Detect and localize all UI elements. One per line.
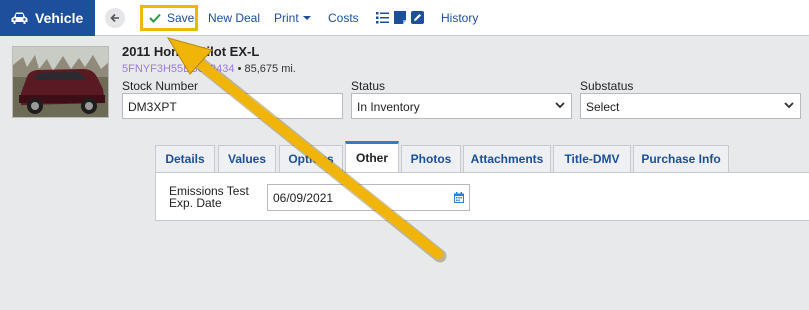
history-link[interactable]: History xyxy=(441,11,478,25)
vehicle-subtitle: 5FNYF3H55BB032434 • 85,675 mi. xyxy=(122,63,296,75)
calendar-icon[interactable] xyxy=(454,192,464,203)
new-deal-link[interactable]: New Deal xyxy=(208,11,260,25)
edit-icon[interactable] xyxy=(411,11,424,24)
chevron-down-icon xyxy=(784,102,794,109)
save-button[interactable]: Save xyxy=(140,5,198,31)
mileage: 85,675 mi. xyxy=(244,63,296,75)
chevron-down-icon xyxy=(555,102,565,109)
vehicle-title: 2011 Honda Pilot EX-L xyxy=(122,44,260,59)
other-tab-panel: Emissions Test Exp. Date 06/09/2021 xyxy=(155,172,809,221)
stock-number-label: Stock Number xyxy=(122,79,199,93)
status-label: Status xyxy=(351,79,386,93)
top-toolbar: Vehicle Save New Deal Print Costs Histor… xyxy=(0,0,809,36)
vehicle-module-header: Vehicle xyxy=(0,0,95,36)
tab-values[interactable]: Values xyxy=(218,145,276,172)
save-label: Save xyxy=(167,11,195,25)
print-menu[interactable]: Print xyxy=(274,11,311,25)
status-select[interactable]: In Inventory xyxy=(351,93,572,119)
tab-details[interactable]: Details xyxy=(155,145,215,172)
tab-title-dmv[interactable]: Title-DMV xyxy=(553,145,631,172)
emissions-test-label: Emissions Test Exp. Date xyxy=(169,184,249,210)
car-icon xyxy=(11,12,28,24)
emissions-date-value: 06/09/2021 xyxy=(273,191,334,205)
checkmark-icon xyxy=(149,13,161,23)
tab-attachments[interactable]: Attachments xyxy=(463,145,551,172)
substatus-value: Select xyxy=(586,100,620,114)
substatus-label: Substatus xyxy=(580,79,634,93)
note-icon[interactable] xyxy=(394,11,406,24)
print-label: Print xyxy=(274,11,299,25)
stock-number-value: DM3XPT xyxy=(128,100,177,114)
tab-other[interactable]: Other xyxy=(345,141,399,172)
back-button[interactable] xyxy=(105,8,125,28)
substatus-select[interactable]: Select xyxy=(580,93,801,119)
emissions-date-input[interactable]: 06/09/2021 xyxy=(267,184,470,211)
car-photo-image xyxy=(13,47,108,117)
checklist-icon[interactable] xyxy=(376,11,389,24)
chevron-down-icon xyxy=(302,16,311,20)
tab-photos[interactable]: Photos xyxy=(401,145,461,172)
status-value: In Inventory xyxy=(357,100,420,114)
costs-link[interactable]: Costs xyxy=(328,11,359,25)
vin-link[interactable]: 5FNYF3H55BB032434 xyxy=(122,63,235,75)
arrow-left-icon xyxy=(110,13,119,23)
stock-number-input[interactable]: DM3XPT xyxy=(122,93,343,119)
vehicle-header: 2011 Honda Pilot EX-L 5FNYF3H55BB032434 … xyxy=(0,37,809,125)
separator-dot: • xyxy=(237,63,245,75)
tab-purchase-info[interactable]: Purchase Info xyxy=(633,145,729,172)
module-title: Vehicle xyxy=(35,10,84,26)
vehicle-photo[interactable] xyxy=(12,46,109,118)
tab-options[interactable]: Options xyxy=(279,145,343,172)
